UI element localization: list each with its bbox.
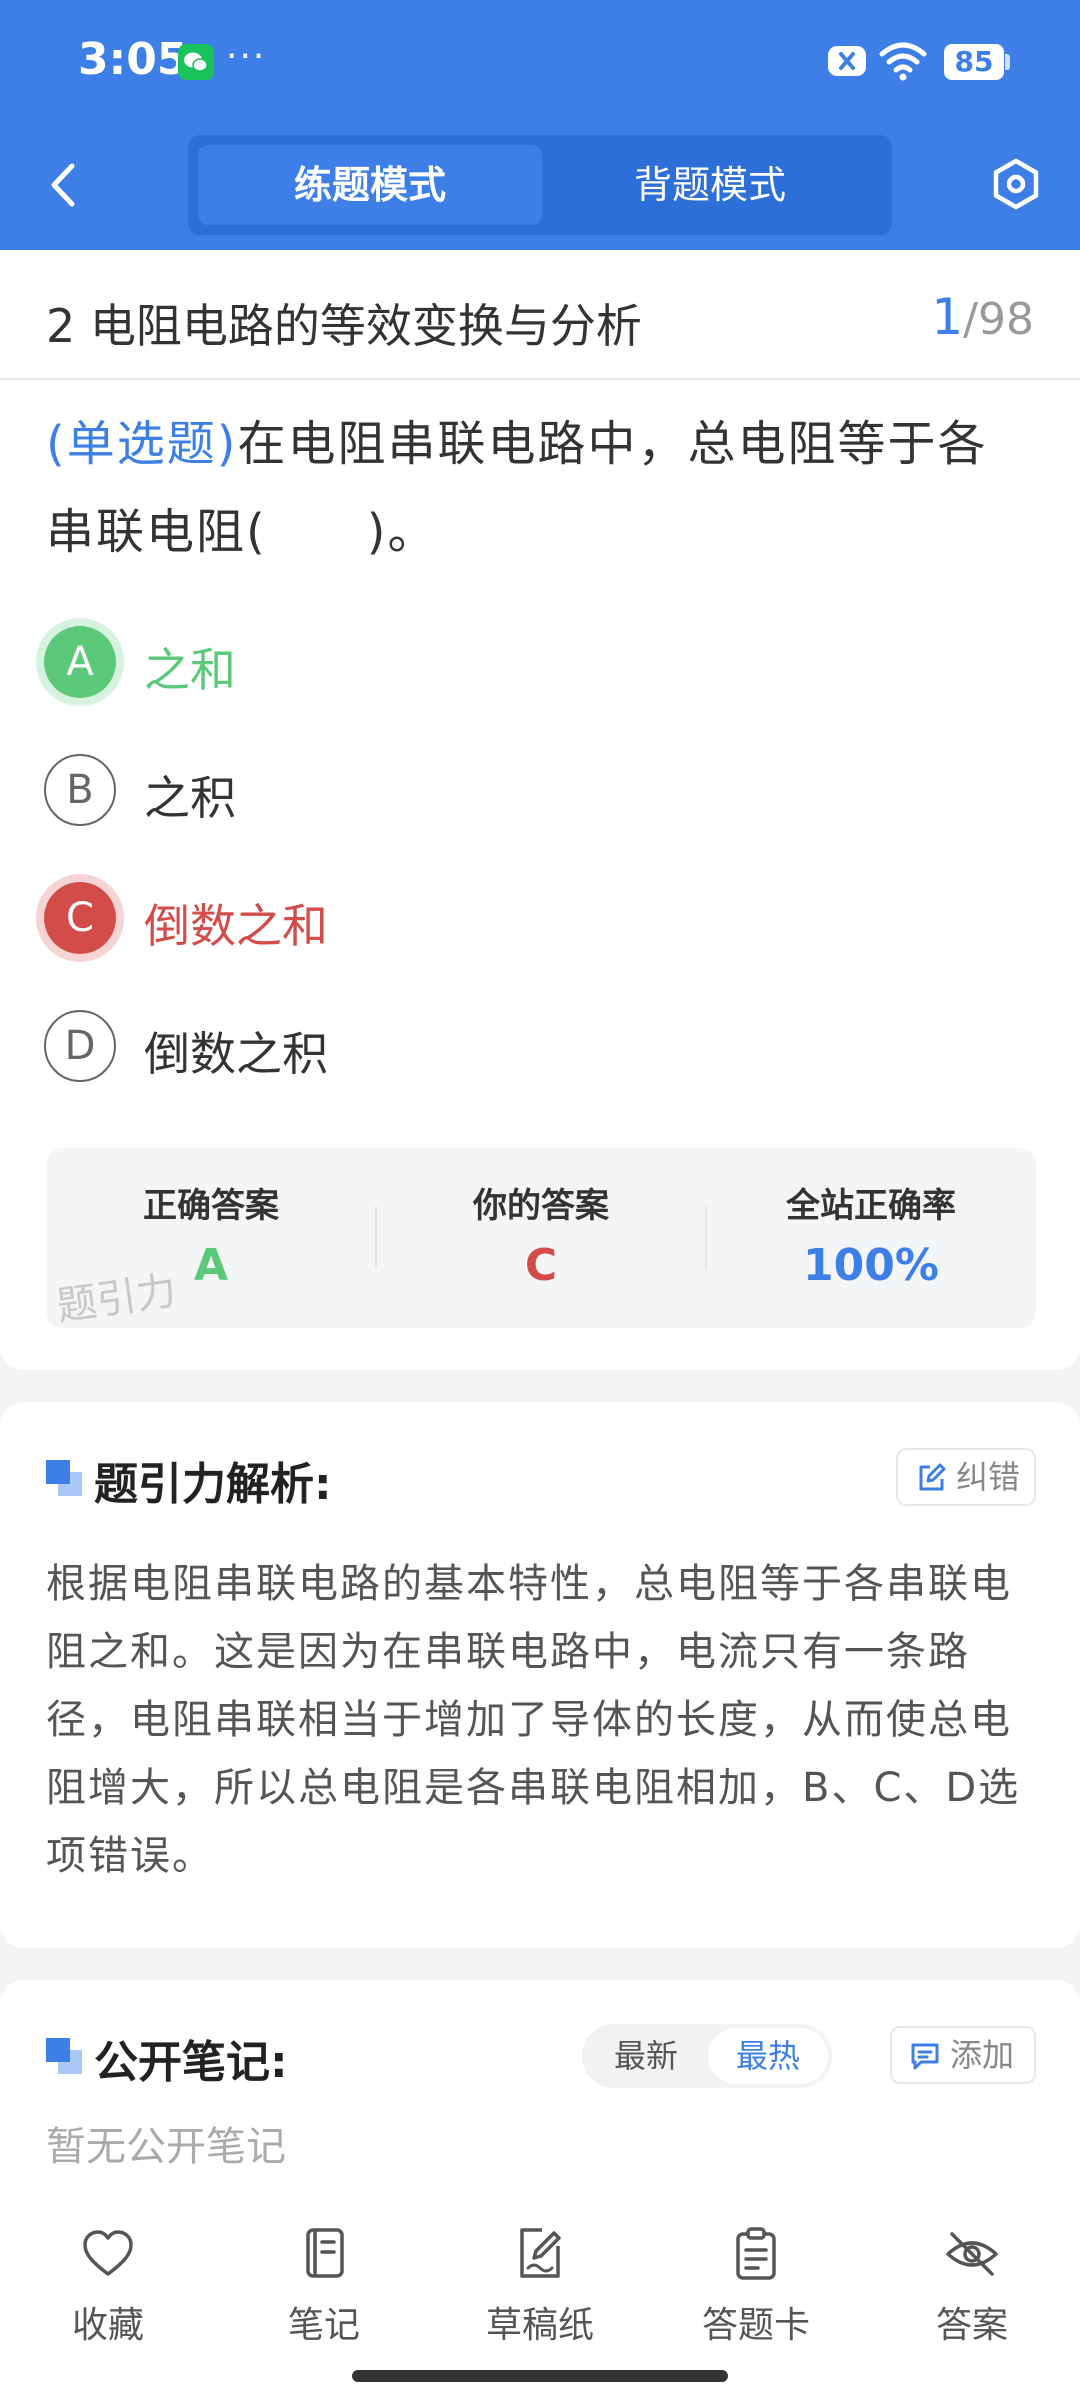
- home-indicator[interactable]: [352, 2370, 728, 2382]
- question-type-label: (单选题): [46, 416, 238, 472]
- report-error-label: 纠错: [956, 1458, 1021, 1496]
- status-bar: 3:05 ··· 85: [0, 0, 1080, 125]
- back-arrow-icon: [51, 163, 75, 207]
- analysis-card: 题引力解析: 纠错 根据电阻串联电路的基本特性，总电阻等于各串联电阻之和。这是因…: [0, 1402, 1080, 1948]
- chapter-title: 2 电阻电路的等效变换与分析: [46, 299, 642, 353]
- more-notifications-icon: ···: [226, 36, 267, 77]
- add-note-button[interactable]: 添加: [890, 2026, 1036, 2084]
- analysis-title: 题引力解析:: [94, 1459, 332, 1510]
- empty-notes-text: 暂无公开笔记: [46, 2124, 286, 2170]
- option-letter: A: [44, 626, 116, 698]
- status-time: 3:05: [78, 34, 188, 85]
- wifi-icon: [878, 40, 928, 82]
- notes-sort-toggle: 最新 最热: [582, 2024, 832, 2088]
- draft-paper-button[interactable]: 草稿纸: [450, 2226, 630, 2356]
- answer-sheet-button[interactable]: 答题卡: [666, 2226, 846, 2356]
- comment-icon: [911, 2043, 939, 2070]
- answer-result-panel: 正确答案 A 你的答案 C 全站正确率 100% 题引力: [46, 1148, 1036, 1330]
- current-question-number: 1: [931, 288, 964, 346]
- eye-off-icon: [946, 2232, 998, 2276]
- draft-paper-label: 草稿纸: [485, 2305, 594, 2346]
- report-error-button[interactable]: 纠错: [896, 1448, 1036, 1506]
- option-a[interactable]: A 之和: [44, 622, 944, 702]
- your-answer-column: 你的答案 C: [376, 1148, 706, 1328]
- notebook-icon: [306, 2228, 344, 2278]
- settings-button[interactable]: [988, 156, 1044, 212]
- mute-icon: [826, 44, 868, 78]
- draft-paper-icon: [520, 2228, 561, 2278]
- section-icon: [46, 1460, 84, 1498]
- favorite-button[interactable]: 收藏: [18, 2226, 198, 2356]
- option-text: 倒数之和: [144, 899, 328, 953]
- mode-toggle: 练题模式 背题模式: [188, 135, 892, 235]
- notes-label: 笔记: [287, 2305, 360, 2346]
- notes-button[interactable]: 笔记: [234, 2226, 414, 2356]
- question-card: (单选题)在电阻串联电路中，总电阻等于各串联电阻( )。 A 之和 B 之积 C…: [0, 380, 1080, 1370]
- accuracy-value: 100%: [803, 1240, 939, 1291]
- option-letter: D: [44, 1010, 116, 1082]
- option-c[interactable]: C 倒数之和: [44, 878, 944, 958]
- heart-icon: [83, 2230, 133, 2276]
- option-text: 之积: [144, 771, 236, 825]
- edit-icon: [919, 1463, 946, 1491]
- sort-newest[interactable]: 最新: [586, 2028, 706, 2084]
- wechat-icon: [178, 44, 214, 80]
- question-text: (单选题)在电阻串联电路中，总电阻等于各串联电阻( )。: [46, 400, 1036, 576]
- option-b[interactable]: B 之积: [44, 750, 944, 830]
- option-letter: B: [44, 754, 116, 826]
- answer-sheet-icon: [736, 2227, 776, 2280]
- analysis-text: 根据电阻串联电路的基本特性，总电阻等于各串联电阻之和。这是因为在串联电路中，电流…: [46, 1561, 1021, 1879]
- sort-hottest[interactable]: 最热: [708, 2028, 828, 2084]
- show-answer-button[interactable]: 答案: [882, 2226, 1062, 2356]
- option-d[interactable]: D 倒数之积: [44, 1006, 944, 1086]
- settings-hexagon-icon: [993, 158, 1039, 210]
- correct-answer-label: 正确答案: [143, 1186, 279, 1226]
- question-counter[interactable]: 1/98: [931, 288, 1034, 346]
- battery-tip: [1005, 54, 1010, 70]
- accuracy-label: 全站正确率: [786, 1186, 956, 1226]
- option-text: 倒数之积: [144, 1027, 328, 1081]
- tab-memorize-mode[interactable]: 背题模式: [538, 145, 882, 225]
- app-header: 3:05 ··· 85 练题模式 背题模式: [0, 0, 1080, 250]
- bottom-toolbar: 收藏 笔记 草稿纸 答题卡 答案: [0, 2180, 1080, 2400]
- your-answer-label: 你的答案: [473, 1186, 609, 1226]
- your-answer-value: C: [524, 1240, 558, 1291]
- section-icon: [46, 2038, 84, 2076]
- counter-separator: /: [963, 294, 978, 345]
- tab-practice-mode[interactable]: 练题模式: [198, 145, 542, 225]
- notes-title: 公开笔记:: [94, 2037, 288, 2088]
- option-text: 之和: [144, 643, 236, 697]
- add-note-label: 添加: [950, 2036, 1015, 2074]
- battery-indicator: 85: [944, 44, 1004, 80]
- option-letter: C: [44, 882, 116, 954]
- accuracy-column: 全站正确率 100%: [706, 1148, 1036, 1328]
- back-button[interactable]: [40, 158, 90, 212]
- show-answer-label: 答案: [935, 2305, 1008, 2346]
- total-question-count: 98: [978, 294, 1034, 345]
- answer-sheet-label: 答题卡: [701, 2305, 810, 2346]
- chapter-title-bar: 2 电阻电路的等效变换与分析 1/98: [0, 250, 1080, 380]
- favorite-label: 收藏: [71, 2305, 144, 2346]
